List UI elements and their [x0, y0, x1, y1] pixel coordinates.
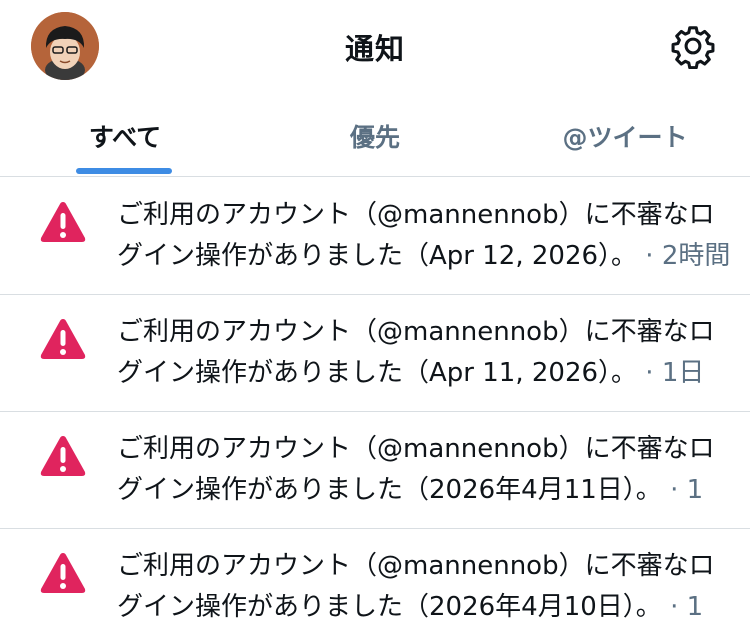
tab-mentions-label: @ツイート [562, 123, 688, 152]
notification-time: · 2時間 [645, 241, 731, 271]
notification-time: · 1日 [645, 358, 705, 388]
notification-item[interactable]: ご利用のアカウント（@mannennob）に不審なログイン操作がありました（Ap… [0, 178, 750, 295]
notification-time: · 1 [670, 475, 704, 505]
tab-priority-label: 優先 [349, 123, 400, 152]
warning-icon [40, 319, 86, 359]
tab-all[interactable]: すべて [0, 92, 250, 176]
notification-item[interactable]: ご利用のアカウント（@mannennob）に不審なログイン操作がありました（20… [0, 529, 750, 633]
active-tab-indicator [76, 168, 172, 174]
notification-item[interactable]: ご利用のアカウント（@mannennob）に不審なログイン操作がありました（20… [0, 412, 750, 529]
notification-text: ご利用のアカウント（@mannennob）に不審なログイン操作がありました（20… [117, 429, 737, 511]
notification-time: · 1 [670, 592, 704, 622]
notification-item[interactable]: ご利用のアカウント（@mannennob）に不審なログイン操作がありました（Ap… [0, 295, 750, 412]
notification-message: ご利用のアカウント（@mannennob）に不審なログイン操作がありました（20… [117, 551, 715, 622]
notification-message: ご利用のアカウント（@mannennob）に不審なログイン操作がありました（Ap… [117, 200, 715, 271]
warning-icon [40, 553, 86, 593]
warning-icon [40, 436, 86, 476]
tab-bar: すべて 優先 @ツイート [0, 92, 750, 177]
tab-mentions[interactable]: @ツイート [500, 92, 750, 176]
notification-text: ご利用のアカウント（@mannennob）に不審なログイン操作がありました（Ap… [117, 195, 737, 277]
warning-icon [40, 202, 86, 242]
notification-list: ご利用のアカウント（@mannennob）に不審なログイン操作がありました（Ap… [0, 178, 750, 633]
page-title: 通知 [344, 32, 405, 66]
settings-button[interactable] [670, 23, 716, 70]
header: 通知 [0, 0, 750, 92]
notification-message: ご利用のアカウント（@mannennob）に不審なログイン操作がありました（Ap… [117, 317, 715, 388]
notification-text: ご利用のアカウント（@mannennob）に不審なログイン操作がありました（Ap… [117, 312, 737, 394]
tab-all-label: すべて [88, 123, 162, 152]
notification-text: ご利用のアカウント（@mannennob）に不審なログイン操作がありました（20… [117, 546, 737, 628]
tab-priority[interactable]: 優先 [250, 92, 500, 176]
gear-icon [671, 26, 715, 70]
notification-message: ご利用のアカウント（@mannennob）に不審なログイン操作がありました（20… [117, 434, 715, 505]
